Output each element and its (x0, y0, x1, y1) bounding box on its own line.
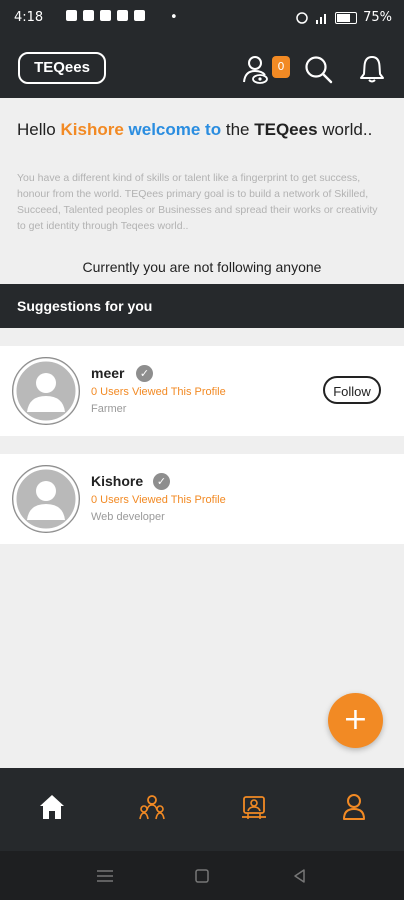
battery-level: 75% (363, 10, 392, 25)
not-following-message: Currently you are not following anyone (82, 259, 322, 275)
greeting: Hello Kishore welcome to the TEQees worl… (17, 118, 387, 142)
add-post-button[interactable]: + (328, 693, 383, 748)
app-bar: TEQees 0 (0, 36, 404, 98)
notification-icons (66, 10, 145, 21)
notification-icon (100, 10, 111, 21)
welcome-description: You have a different kind of skills or t… (17, 172, 378, 232)
greeting-user-name: Kishore (60, 120, 124, 139)
user-name[interactable]: Kishore (91, 473, 143, 489)
verified-icon: ✓ (153, 473, 170, 490)
greeting-welcome: welcome to (128, 120, 222, 139)
notification-icon (83, 10, 94, 21)
suggestions-title: Suggestions for you (17, 298, 153, 314)
greeting-brand: TEQees (254, 120, 318, 139)
bell-icon[interactable] (357, 54, 387, 84)
greeting-hello: Hello (17, 120, 56, 139)
profile-icon[interactable] (339, 792, 369, 822)
bottom-nav (0, 768, 404, 851)
notification-icon (66, 10, 77, 21)
battery-icon (335, 11, 358, 24)
greeting-world: world.. (322, 120, 373, 139)
status-time: 4:18 (14, 10, 44, 25)
status-bar: 4:18 • 75% (0, 0, 404, 36)
viewer-count-badge: 0 (272, 56, 290, 78)
suggestion-card[interactable]: meer ✓ 0 Users Viewed This Profile Farme… (0, 346, 404, 436)
user-name[interactable]: meer (91, 365, 124, 381)
group-icon[interactable] (137, 792, 167, 822)
signal-icon (316, 13, 327, 24)
avatar[interactable] (12, 465, 80, 533)
default-avatar-icon (13, 358, 79, 424)
user-role: Farmer (91, 403, 127, 415)
home-icon[interactable] (37, 792, 67, 822)
post-board-icon[interactable] (239, 792, 269, 822)
greeting-the: the (225, 120, 250, 139)
home-nav-icon[interactable] (194, 868, 210, 884)
follow-button[interactable]: Follow (323, 376, 381, 404)
app-logo[interactable]: TEQees (18, 52, 106, 84)
back-icon[interactable] (292, 868, 308, 884)
suggestion-card[interactable]: Kishore ✓ 0 Users Viewed This Profile We… (0, 454, 404, 544)
verified-icon: ✓ (136, 365, 153, 382)
status-dot: • (170, 10, 178, 25)
user-role: Web developer (91, 511, 165, 523)
recent-apps-icon[interactable] (96, 868, 114, 884)
profile-views: 0 Users Viewed This Profile (91, 494, 226, 506)
plus-icon: + (342, 702, 369, 737)
alarm-icon (296, 11, 308, 24)
default-avatar-icon (13, 466, 79, 532)
profile-views: 0 Users Viewed This Profile (91, 386, 226, 398)
system-nav-bar (0, 851, 404, 900)
avatar[interactable] (12, 357, 80, 425)
profile-viewers-icon[interactable] (242, 54, 272, 84)
suggestions-header: Suggestions for you (0, 284, 404, 328)
notification-icon (134, 10, 145, 21)
search-icon[interactable] (303, 54, 333, 84)
notification-icon (117, 10, 128, 21)
